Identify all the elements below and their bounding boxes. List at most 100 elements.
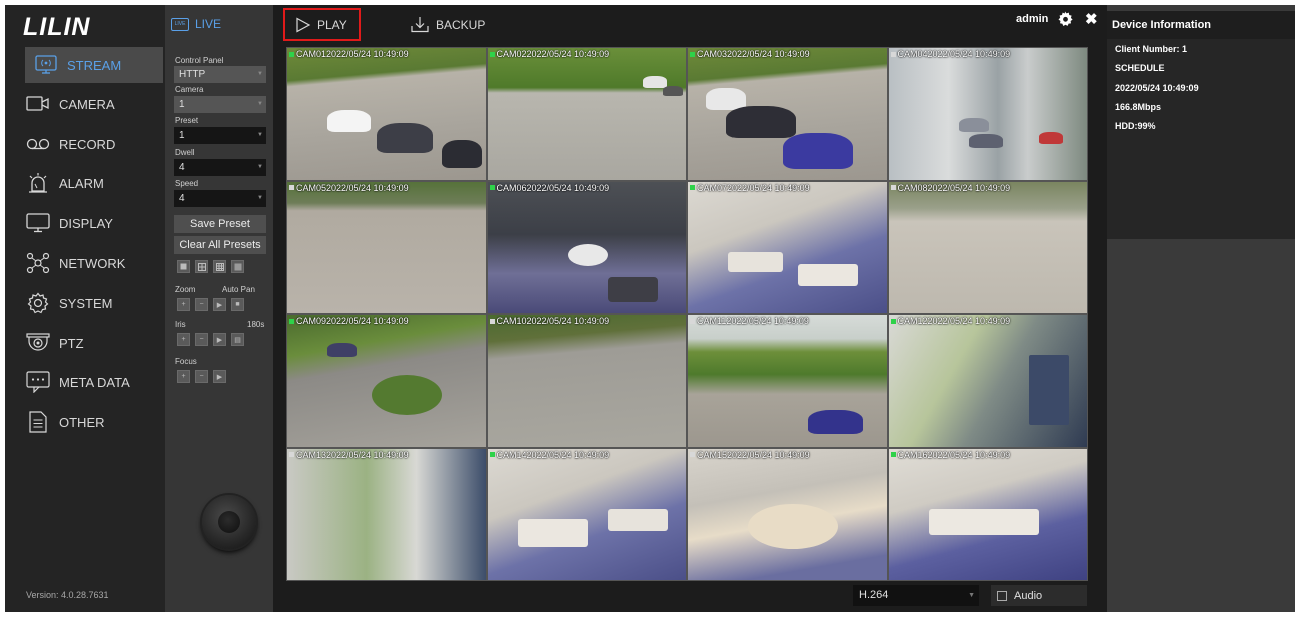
zoom-label: Zoom <box>175 285 196 294</box>
camera-tile-9[interactable]: CAM092022/05/24 10:49:09 <box>287 315 486 447</box>
camera-tile-13[interactable]: CAM132022/05/24 10:49:09 <box>287 448 486 580</box>
chevron-down-icon: ▼ <box>257 195 263 201</box>
camera-tile-5[interactable]: CAM052022/05/24 10:49:09 <box>287 181 486 313</box>
chevron-down-icon: ▼ <box>257 164 263 170</box>
iris-buttons: + − ▶ ▤ <box>177 333 244 346</box>
camera-tile-16[interactable]: CAM162022/05/24 10:49:09 <box>888 448 1087 580</box>
backup-tab-label: BACKUP <box>436 17 486 32</box>
iris-play-button[interactable]: ▶ <box>213 333 226 346</box>
zoom-out-button[interactable]: − <box>195 298 208 311</box>
control-panel-select[interactable]: HTTP ▼ <box>174 66 266 83</box>
speed-label: Speed <box>175 179 199 188</box>
layout-3x3-button[interactable] <box>213 260 226 273</box>
camera-select[interactable]: 1 ▼ <box>174 96 266 113</box>
camera-tile-4[interactable]: CAM042022/05/24 10:49:09 <box>888 48 1087 180</box>
nav-item-display[interactable]: DISPLAY <box>23 205 163 241</box>
camera-value: 1 <box>179 99 185 110</box>
live-tab[interactable]: LIVE LIVE <box>171 17 221 31</box>
control-panel-value: HTTP <box>179 69 206 80</box>
status-dot <box>690 452 695 457</box>
clear-all-presets-button[interactable]: Clear All Presets <box>174 236 266 254</box>
status-dot <box>489 452 495 457</box>
play-tab[interactable]: PLAY <box>283 8 361 41</box>
main-navigation: LILIN STREAM CAMERA RECORD ALARM DISPLAY… <box>5 5 165 612</box>
camera-icon <box>25 91 51 117</box>
codec-select[interactable]: H.264 ▼ <box>853 585 979 606</box>
backup-tab[interactable]: BACKUP <box>411 8 485 41</box>
status-dot <box>890 185 896 190</box>
preset-select[interactable]: 1 ▼ <box>174 127 266 144</box>
iris-menu-button[interactable]: ▤ <box>231 333 244 346</box>
nav-item-meta-data[interactable]: META DATA <box>23 364 163 400</box>
layout-2x2-button[interactable] <box>195 260 208 273</box>
close-icon[interactable]: ✖ <box>1085 10 1098 28</box>
camera-label: CAM042022/05/24 10:49:09 <box>890 49 1010 59</box>
camera-tile-12[interactable]: CAM122022/05/24 10:49:09 <box>888 315 1087 447</box>
ptz-control-panel: LIVE LIVE Control Panel HTTP ▼ Camera 1 ▼ … <box>165 5 273 612</box>
camera-tile-8[interactable]: CAM082022/05/24 10:49:09 <box>888 181 1087 313</box>
iris-label: Iris <box>175 320 186 329</box>
auto-pan-stop-button[interactable]: ■ <box>231 298 244 311</box>
nav-item-ptz[interactable]: PTZ <box>23 325 163 361</box>
auto-pan-play-button[interactable]: ▶ <box>213 298 226 311</box>
live-tab-label: LIVE <box>195 17 222 31</box>
camera-tile-7[interactable]: CAM072022/05/24 10:49:09 <box>688 181 887 313</box>
camera-tile-11[interactable]: CAM112022/05/24 10:49:09 <box>688 315 887 447</box>
chevron-down-icon: ▼ <box>968 592 975 599</box>
nav-item-network[interactable]: NETWORK <box>23 245 163 281</box>
minus-icon: − <box>199 336 204 343</box>
status-dot <box>890 318 896 324</box>
audio-label: Audio <box>1014 589 1043 602</box>
focus-far-button[interactable]: − <box>195 370 208 383</box>
minus-icon: − <box>199 301 204 308</box>
play-icon: ▶ <box>216 373 223 381</box>
camera-label-text: CAM012022/05/24 10:49:09 <box>296 49 409 59</box>
nav-item-stream[interactable]: STREAM <box>25 47 163 83</box>
camera-tile-15[interactable]: CAM152022/05/24 10:49:09 <box>688 448 887 580</box>
focus-auto-button[interactable]: ▶ <box>213 370 226 383</box>
nav-item-camera[interactable]: CAMERA <box>23 86 163 122</box>
stream-icon <box>33 52 59 78</box>
dwell-select[interactable]: 4 ▼ <box>174 159 266 176</box>
camera-tile-6[interactable]: CAM062022/05/24 10:49:09 <box>487 181 686 313</box>
gear-icon[interactable] <box>1057 11 1073 27</box>
record-icon <box>25 131 51 157</box>
top-bar: PLAY BACKUP admin ✖ <box>273 5 1103 43</box>
nav-item-record[interactable]: RECORD <box>23 126 163 162</box>
camera-label: CAM132022/05/24 10:49:09 <box>289 450 409 460</box>
nav-item-system[interactable]: SYSTEM <box>23 285 163 321</box>
audio-toggle[interactable]: Audio <box>991 585 1087 606</box>
camera-label: CAM012022/05/24 10:49:09 <box>289 49 409 59</box>
iris-open-button[interactable]: + <box>177 333 190 346</box>
zoom-in-button[interactable]: + <box>177 298 190 311</box>
save-preset-button[interactable]: Save Preset <box>174 215 266 233</box>
layout-1x1-button[interactable] <box>177 260 190 273</box>
focus-near-button[interactable]: + <box>177 370 190 383</box>
iris-close-button[interactable]: − <box>195 333 208 346</box>
chevron-down-icon: ▼ <box>257 71 263 77</box>
bitrate: 166.8Mbps <box>1115 102 1162 112</box>
camera-tile-1[interactable]: CAM012022/05/24 10:49:09 <box>287 48 486 180</box>
ptz-joystick[interactable] <box>202 495 256 549</box>
camera-label-text: CAM052022/05/24 10:49:09 <box>296 182 409 193</box>
chevron-down-icon: ▼ <box>257 101 263 107</box>
focus-label: Focus <box>175 357 197 366</box>
speed-select[interactable]: 4 ▼ <box>174 190 266 207</box>
client-number: Client Number: 1 <box>1115 44 1188 54</box>
nav-item-alarm[interactable]: ALARM <box>23 165 163 201</box>
camera-tile-2[interactable]: CAM022022/05/24 10:49:09 <box>487 48 686 180</box>
nav-item-other[interactable]: OTHER <box>23 404 163 440</box>
camera-tile-10[interactable]: CAM102022/05/24 10:49:09 <box>487 315 686 447</box>
iris-value: 180s <box>247 320 265 329</box>
play-icon <box>296 16 311 33</box>
camera-tile-3[interactable]: CAM032022/05/24 10:49:09 <box>688 48 887 180</box>
device-information-title: Device Information <box>1107 11 1295 39</box>
audio-checkbox[interactable] <box>997 590 1007 601</box>
zoom-buttons: + − ▶ ■ <box>177 298 244 311</box>
status-dot <box>690 185 695 190</box>
chevron-down-icon: ▼ <box>257 132 263 138</box>
nav-label: DISPLAY <box>59 215 113 231</box>
camera-tile-14[interactable]: CAM142022/05/24 10:49:09 <box>487 448 686 580</box>
layout-4x4-button[interactable] <box>231 260 244 273</box>
display-icon <box>25 210 51 236</box>
